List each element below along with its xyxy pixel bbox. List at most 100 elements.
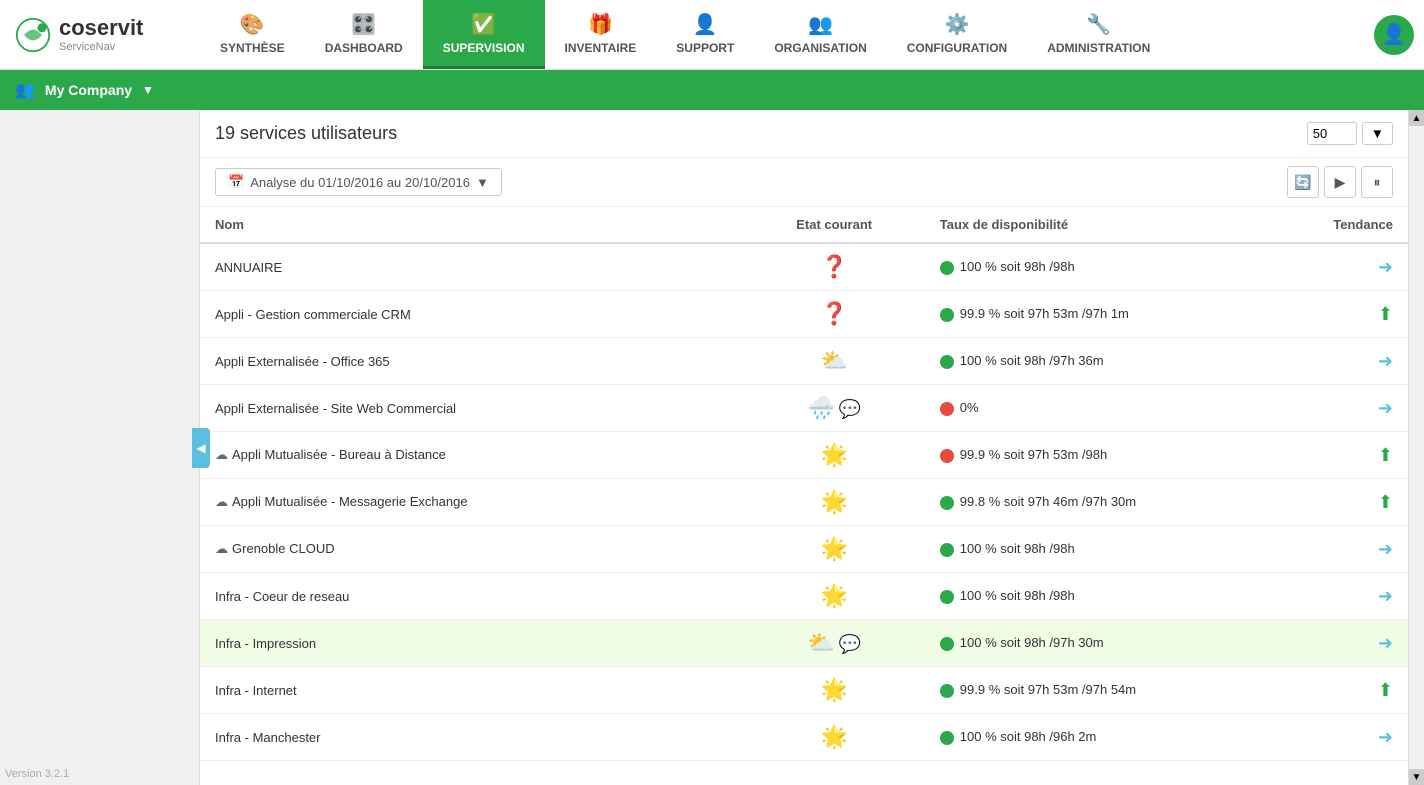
cell-etat: 🌟 [744, 479, 925, 526]
cell-taux: 99.9 % soit 97h 53m /98h [925, 432, 1263, 479]
cell-nom: Appli - Gestion commerciale CRM [200, 291, 744, 338]
content-title: 19 services utilisateurs [215, 123, 397, 144]
configuration-nav-icon: ⚙️ [945, 12, 970, 37]
service-name: Appli Externalisée - Site Web Commercial [215, 401, 456, 416]
etat-icon: ❓ [820, 254, 847, 279]
cell-nom: Appli Externalisée - Office 365 [200, 338, 744, 385]
refresh-button[interactable]: 🔄 [1287, 166, 1319, 198]
pause-button[interactable]: ⏸ [1361, 166, 1393, 198]
nav-item-support[interactable]: 👤SUPPORT [656, 0, 754, 69]
administration-nav-icon: 🔧 [1086, 12, 1111, 37]
table-row[interactable]: ANNUAIRE ❓ 100 % soit 98h /98h ➜ [200, 243, 1408, 291]
status-dot [940, 543, 954, 557]
scroll-up-btn[interactable]: ▲ [1409, 110, 1424, 126]
nav-user[interactable]: 👤 [1364, 15, 1424, 55]
synthese-nav-icon: 🎨 [240, 12, 265, 37]
taux-value: 99.9 % soit 97h 53m /97h 54m [960, 682, 1136, 697]
cell-etat: ⛅ [744, 338, 925, 385]
cell-taux: 100 % soit 98h /97h 36m [925, 338, 1263, 385]
per-page-dropdown[interactable]: ▼ [1362, 122, 1393, 145]
service-name: Infra - Coeur de reseau [215, 589, 349, 604]
cell-etat: 🌟 [744, 526, 925, 573]
table-row[interactable]: ☁Appli Mutualisée - Bureau à Distance 🌟 … [200, 432, 1408, 479]
per-page-input[interactable] [1307, 122, 1357, 145]
nav-item-supervision[interactable]: ✅SUPERVISION [423, 0, 545, 69]
nav-item-dashboard[interactable]: 🎛️DASHBOARD [305, 0, 423, 69]
supervision-nav-icon: ✅ [471, 12, 496, 37]
status-dot [940, 402, 954, 416]
user-avatar[interactable]: 👤 [1374, 15, 1414, 55]
inventaire-nav-label: INVENTAIRE [565, 41, 637, 55]
logo-icon [15, 17, 51, 53]
play-button[interactable]: ▶ [1324, 166, 1356, 198]
cell-tendance: ➜ [1263, 338, 1408, 385]
status-dot [940, 684, 954, 698]
cell-taux: 100 % soit 98h /98h [925, 573, 1263, 620]
table-row[interactable]: Infra - Manchester 🌟 100 % soit 98h /96h… [200, 714, 1408, 761]
date-filter-button[interactable]: 📅 Analyse du 01/10/2016 au 20/10/2016 ▼ [215, 168, 502, 196]
service-name: Infra - Manchester [215, 730, 321, 745]
table-row[interactable]: Infra - Impression ⛅ 💬 100 % soit 98h /9… [200, 620, 1408, 667]
cell-taux: 99.9 % soit 97h 53m /97h 54m [925, 667, 1263, 714]
per-page-control: ▼ [1307, 122, 1393, 145]
sidebar-toggle[interactable]: ◀ [192, 428, 210, 468]
trend-arrow-up: ⬆ [1378, 492, 1393, 512]
trend-arrow-right: ➜ [1378, 257, 1393, 277]
page-layout: ◀ 19 services utilisateurs ▼ 📅 Analyse d… [0, 110, 1424, 785]
table-row[interactable]: Appli - Gestion commerciale CRM ❓ 99.9 %… [200, 291, 1408, 338]
col-header-nom: Nom [200, 207, 744, 243]
action-buttons: 🔄 ▶ ⏸ [1287, 166, 1393, 198]
etat-icon: 🌟 [820, 489, 847, 514]
cell-nom: Infra - Coeur de reseau [200, 573, 744, 620]
cell-tendance: ⬆ [1263, 667, 1408, 714]
status-dot [940, 261, 954, 275]
cell-nom: ☁Appli Mutualisée - Bureau à Distance [200, 432, 744, 479]
table-row[interactable]: Appli Externalisée - Office 365 ⛅ 100 % … [200, 338, 1408, 385]
cell-tendance: ➜ [1263, 573, 1408, 620]
status-dot [940, 637, 954, 651]
product-name: ServiceNav [59, 41, 143, 53]
cell-taux: 99.8 % soit 97h 46m /97h 30m [925, 479, 1263, 526]
content-header: 19 services utilisateurs ▼ [200, 110, 1408, 158]
cell-nom: Infra - Impression [200, 620, 744, 667]
taux-value: 100 % soit 98h /98h [960, 541, 1075, 556]
taux-value: 0% [960, 400, 979, 415]
nav-item-synthese[interactable]: 🎨SYNTHÈSE [200, 0, 305, 69]
etat-icon: 🌧️ [807, 395, 834, 420]
table-row[interactable]: Infra - Coeur de reseau 🌟 100 % soit 98h… [200, 573, 1408, 620]
col-header-taux: Taux de disponibilité [925, 207, 1263, 243]
table-row[interactable]: ☁Appli Mutualisée - Messagerie Exchange … [200, 479, 1408, 526]
trend-arrow-up: ⬆ [1378, 680, 1393, 700]
table-row[interactable]: Appli Externalisée - Site Web Commercial… [200, 385, 1408, 432]
services-table-container: Nom Etat courant Taux de disponibilité T… [200, 207, 1408, 785]
service-name: Appli - Gestion commerciale CRM [215, 307, 411, 322]
cell-etat: 🌟 [744, 714, 925, 761]
comment-icon: 💬 [838, 399, 860, 419]
cell-nom: ☁Grenoble CLOUD [200, 526, 744, 573]
nav-item-organisation[interactable]: 👥ORGANISATION [754, 0, 886, 69]
company-dropdown-arrow[interactable]: ▼ [142, 83, 154, 97]
nav-item-inventaire[interactable]: 🎁 INVENTAIRE [545, 0, 657, 69]
cell-tendance: ⬆ [1263, 432, 1408, 479]
brand-name: coservit [59, 16, 143, 40]
taux-value: 99.9 % soit 97h 53m /97h 1m [960, 306, 1129, 321]
etat-icon: 🌟 [820, 536, 847, 561]
inventaire-nav-icon: 🎁 [588, 12, 613, 37]
table-row[interactable]: Infra - Internet 🌟 99.9 % soit 97h 53m /… [200, 667, 1408, 714]
date-filter-label: Analyse du 01/10/2016 au 20/10/2016 [250, 175, 470, 190]
cell-tendance: ➜ [1263, 526, 1408, 573]
main-content: 19 services utilisateurs ▼ 📅 Analyse du … [200, 110, 1408, 785]
nav-item-configuration[interactable]: ⚙️CONFIGURATION [887, 0, 1027, 69]
status-dot [940, 731, 954, 745]
table-row[interactable]: ☁Grenoble CLOUD 🌟 100 % soit 98h /98h ➜ [200, 526, 1408, 573]
scroll-down-btn[interactable]: ▼ [1409, 769, 1424, 785]
trend-arrow-up: ⬆ [1378, 304, 1393, 324]
trend-arrow-up: ⬆ [1378, 445, 1393, 465]
organisation-nav-icon: 👥 [808, 12, 833, 37]
cell-tendance: ➜ [1263, 243, 1408, 291]
cell-etat: ❓ [744, 291, 925, 338]
logo-area: coservit ServiceNav [0, 16, 200, 52]
cell-tendance: ➜ [1263, 620, 1408, 667]
sidebar [0, 110, 200, 785]
nav-item-administration[interactable]: 🔧ADMINISTRATION [1027, 0, 1170, 69]
